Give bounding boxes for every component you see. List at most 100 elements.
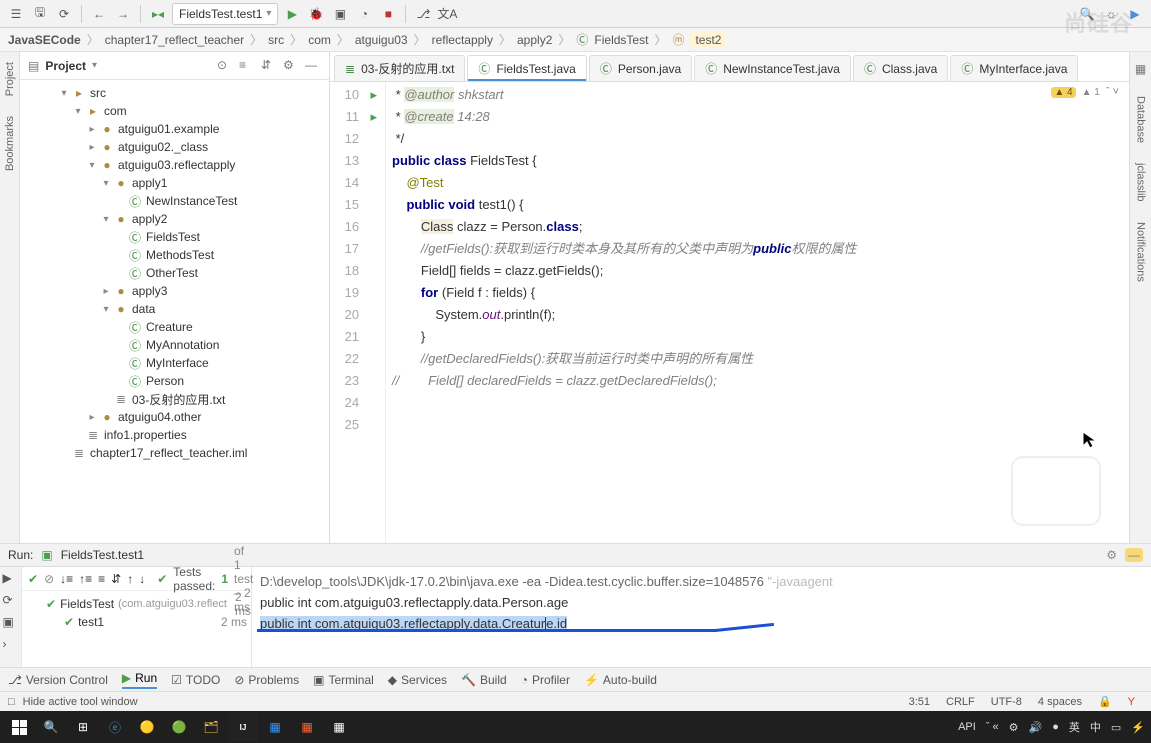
notifications-tool-tab[interactable]: Notifications [1135, 222, 1147, 282]
api-label[interactable]: API [958, 721, 976, 733]
run-console[interactable]: D:\develop_tools\JDK\jdk-17.0.2\bin\java… [252, 567, 1151, 667]
back-icon[interactable]: ← [89, 4, 109, 24]
gear-icon[interactable]: ⚙ [283, 58, 299, 74]
git-icon[interactable]: ⎇ [413, 4, 433, 24]
bookmarks-tool-tab[interactable]: Bookmarks [4, 116, 16, 171]
editor-tab[interactable]: ⒸPerson.java [589, 55, 692, 81]
editor-tab[interactable]: ⒸMyInterface.java [950, 55, 1078, 81]
tree-item[interactable]: ▸●atguigu02._class [20, 138, 329, 156]
run-hide-icon[interactable]: — [1125, 548, 1143, 562]
edge-icon[interactable]: ⓔ [100, 712, 130, 742]
stop-icon[interactable]: ■ [378, 4, 398, 24]
readonly-icon[interactable]: 🔒 [1090, 695, 1120, 708]
tray-icon[interactable]: ● [1052, 721, 1059, 733]
open-icon[interactable]: ☰ [6, 4, 26, 24]
tree-item[interactable]: ⒸCreature [20, 318, 329, 336]
debug-icon[interactable]: 🐞 [306, 4, 326, 24]
tree-item[interactable]: ⒸOtherTest [20, 264, 329, 282]
tree-item[interactable]: ▾●apply1 [20, 174, 329, 192]
tree-item[interactable]: ⒸPerson [20, 372, 329, 390]
autobuild-tool[interactable]: ⚡Auto-build [584, 673, 657, 687]
tree-item[interactable]: ⒸMyInterface [20, 354, 329, 372]
explorer-icon[interactable]: 🗂 [196, 712, 226, 742]
project-tree[interactable]: ▾▸src▾▸com▸●atguigu01.example▸●atguigu02… [20, 80, 329, 543]
tree-item[interactable]: ▸●atguigu04.other [20, 408, 329, 426]
tree-item[interactable]: ▾●atguigu03.reflectapply [20, 156, 329, 174]
chrome2-icon[interactable]: 🟢 [164, 712, 194, 742]
taskview-icon[interactable]: ⊞ [68, 712, 98, 742]
tray-icon[interactable]: ⚙ [1009, 721, 1019, 734]
tree-item[interactable]: ▸●apply3 [20, 282, 329, 300]
editor-tab[interactable]: ≣03-反射的应用.txt [334, 55, 465, 81]
code-inspections[interactable]: ▲ 4 ▲ 1 ˆ ˅ [1051, 86, 1119, 98]
collapse-icon[interactable]: ⇵ [261, 58, 277, 74]
run-gear-icon[interactable]: ⚙ [1106, 548, 1117, 562]
project-tool-tab[interactable]: Project [4, 62, 16, 96]
tree-item[interactable]: ⒸFieldsTest [20, 228, 329, 246]
tree-item[interactable]: ▾●apply2 [20, 210, 329, 228]
filter-ignore-icon[interactable]: ⊘ [44, 572, 54, 586]
build-icon[interactable]: ▸◂ [148, 4, 168, 24]
tree-item[interactable]: ▸●atguigu01.example [20, 120, 329, 138]
encoding[interactable]: UTF-8 [983, 696, 1030, 708]
test-result-item[interactable]: ✔test12 ms [26, 613, 247, 631]
run-icon[interactable]: ▶ [282, 4, 302, 24]
editor-tab[interactable]: ⒸNewInstanceTest.java [694, 55, 851, 81]
coverage-icon[interactable]: ▣ [330, 4, 350, 24]
vcs-tool[interactable]: ⎇Version Control [8, 673, 108, 687]
tray-icon[interactable]: ⚡ [1131, 721, 1145, 734]
layout-icon[interactable]: ▣ [3, 615, 19, 631]
crumb-root[interactable]: JavaSECode [8, 33, 81, 47]
services-tool[interactable]: ◆Services [388, 673, 447, 687]
chrome-icon[interactable]: 🟡 [132, 712, 162, 742]
tree-item[interactable]: ⒸMyAnnotation [20, 336, 329, 354]
stop2-icon[interactable]: ⟳ [3, 593, 19, 609]
forward-icon[interactable]: → [113, 4, 133, 24]
todo-tool[interactable]: ☑TODO [171, 673, 220, 687]
test-result-item[interactable]: ✔FieldsTest(com.atguigu03.reflect2 ms [26, 595, 247, 613]
ij-icon[interactable]: IJ [228, 712, 258, 742]
indent[interactable]: 4 spaces [1030, 696, 1090, 708]
tree-item[interactable]: ≣03-反射的应用.txt [20, 390, 329, 408]
expand-icon[interactable]: ≡ [239, 58, 255, 74]
terminal-tool[interactable]: ▣Terminal [313, 673, 374, 687]
hide-icon[interactable]: — [305, 58, 321, 74]
profiler-tool[interactable]: ◔Profiler [521, 673, 570, 687]
run-config-name[interactable]: FieldsTest.test1 [61, 548, 144, 562]
caret-pos[interactable]: 3:51 [901, 696, 938, 708]
tree-item[interactable]: ≣info1.properties [20, 426, 329, 444]
database-tool-tab[interactable]: Database [1135, 96, 1147, 143]
app2-icon[interactable]: ▦ [292, 712, 322, 742]
tray-icon[interactable]: ▭ [1111, 721, 1121, 734]
search-taskbar-icon[interactable]: 🔍 [36, 712, 66, 742]
line-sep[interactable]: CRLF [938, 696, 983, 708]
tree-item[interactable]: ⒸMethodsTest [20, 246, 329, 264]
right-tool-rail: ▦ Database jclasslib Notifications [1129, 52, 1151, 543]
editor-tab[interactable]: ⒸClass.java [853, 55, 948, 81]
tree-item[interactable]: ≣chapter17_reflect_teacher.iml [20, 444, 329, 462]
problems-tool[interactable]: ⊘Problems [234, 673, 299, 687]
tree-item[interactable]: ⒸNewInstanceTest [20, 192, 329, 210]
locate-icon[interactable]: ⊙ [217, 58, 233, 74]
save-icon[interactable]: 🖫 [30, 4, 50, 24]
run-config-combo[interactable]: FieldsTest.test1 ▾ [172, 3, 278, 25]
tree-item[interactable]: ▾●data [20, 300, 329, 318]
run-tool-header: Run: ▣ FieldsTest.test1 ⚙ — [0, 543, 1151, 567]
run-tool[interactable]: ▶Run [122, 671, 157, 689]
pin-icon[interactable]: › [3, 637, 19, 653]
app3-icon[interactable]: ▦ [324, 712, 354, 742]
tree-item[interactable]: ▾▸src [20, 84, 329, 102]
translate-icon[interactable]: 文A [437, 4, 457, 24]
sync-icon[interactable]: ⟳ [54, 4, 74, 24]
profile-icon[interactable]: ◔ [354, 4, 374, 24]
app1-icon[interactable]: ▦ [260, 712, 290, 742]
tray-icon[interactable]: 🔊 [1029, 721, 1043, 734]
tree-item[interactable]: ▾▸com [20, 102, 329, 120]
filter-pass-icon[interactable]: ✔ [28, 572, 38, 586]
editor-tab[interactable]: ⒸFieldsTest.java [467, 55, 586, 81]
jclasslib-tool-tab[interactable]: jclasslib [1135, 163, 1147, 202]
start-icon[interactable] [4, 712, 34, 742]
rerun-icon[interactable]: ▶ [3, 571, 19, 587]
build-tool[interactable]: 🔨Build [461, 673, 507, 687]
yt-icon[interactable]: Y [1120, 696, 1143, 708]
